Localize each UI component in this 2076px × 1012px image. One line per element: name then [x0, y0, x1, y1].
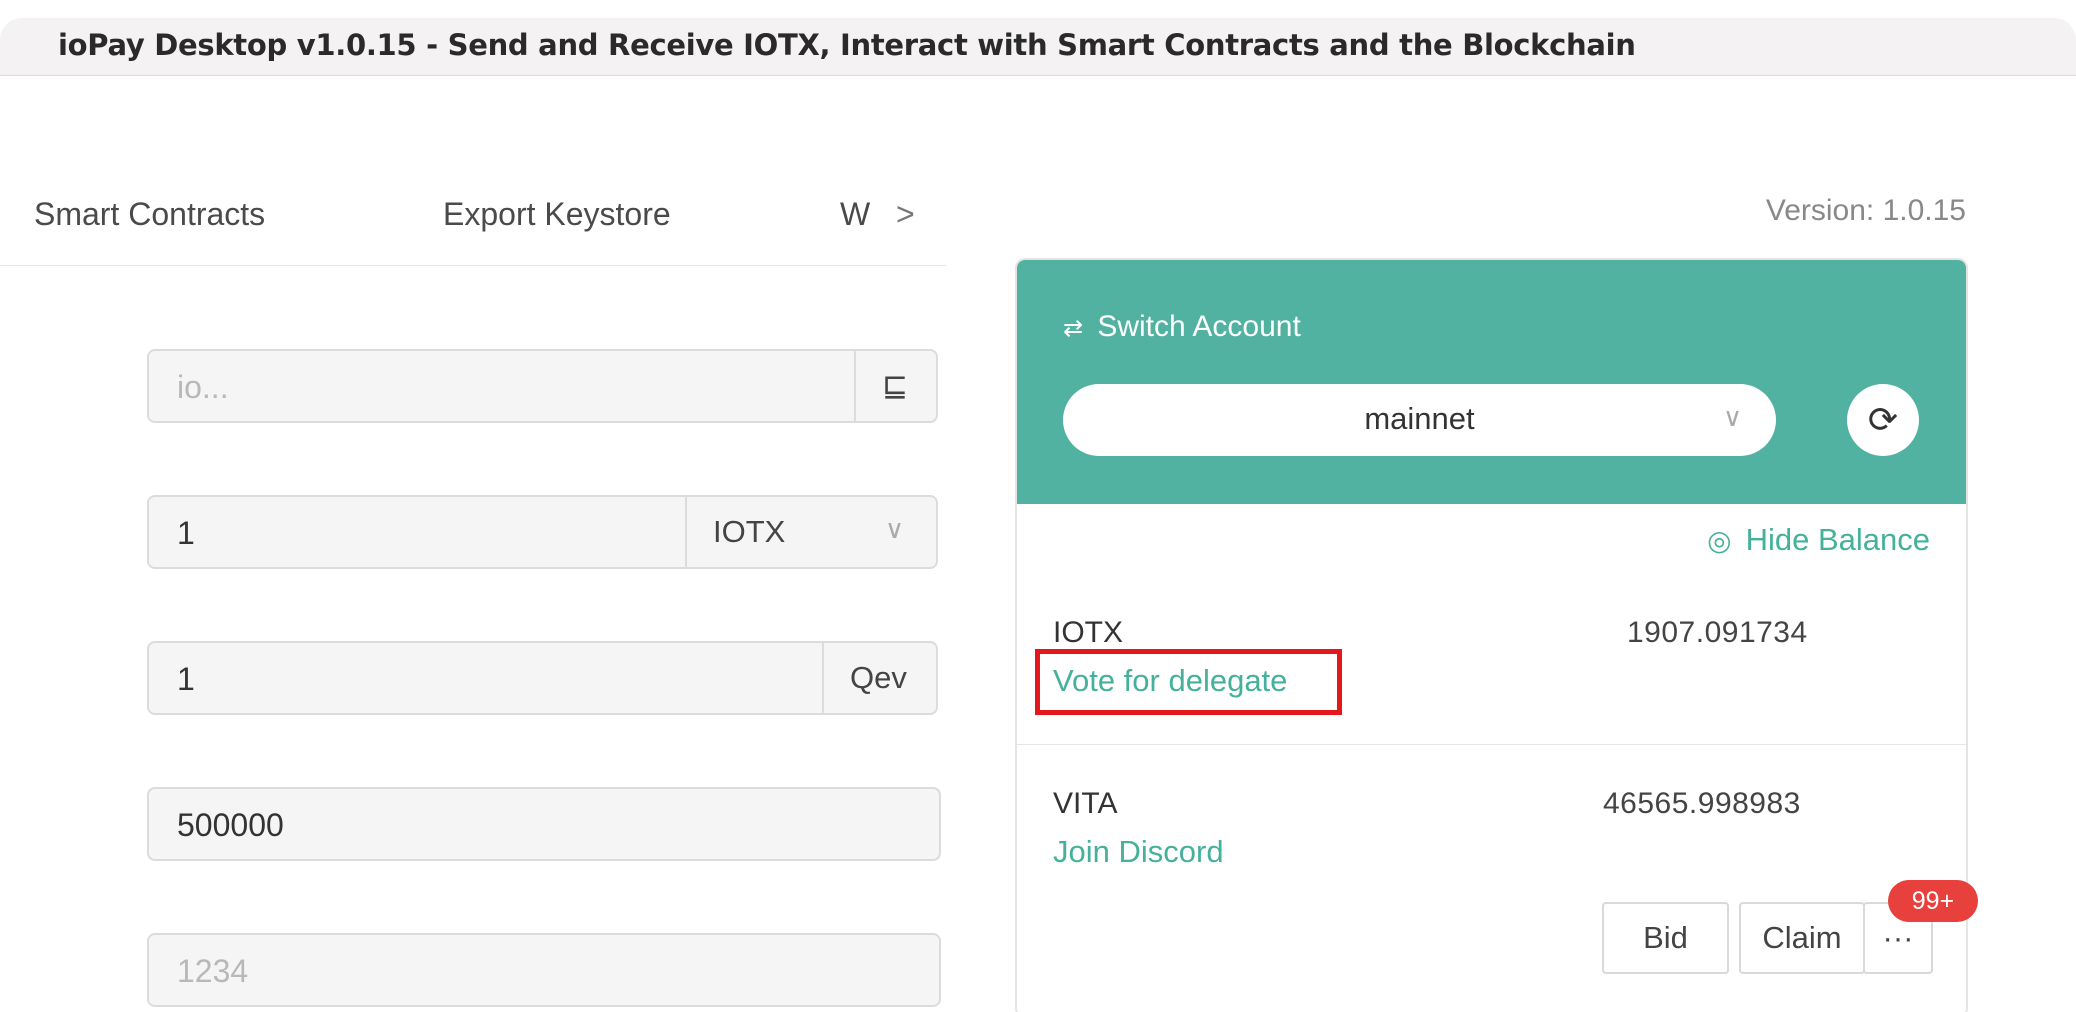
- network-select-value: mainnet: [1364, 401, 1475, 436]
- gas-limit-value: 500000: [177, 807, 284, 843]
- token-select-value: IOTX: [713, 514, 786, 549]
- tab-bar: Smart Contracts Export Keystore W >: [0, 180, 946, 266]
- hide-balance-label: Hide Balance: [1745, 522, 1930, 557]
- wallet-icon[interactable]: ⊑: [882, 368, 908, 404]
- chevron-down-icon: ∨: [885, 514, 905, 544]
- recipient-address-placeholder: io...: [177, 369, 229, 405]
- switch-account-label: Switch Account: [1097, 310, 1301, 343]
- tab-export-keystore[interactable]: Export Keystore: [443, 196, 671, 233]
- tab-w[interactable]: W: [840, 196, 870, 233]
- account-card: ⇄ Switch Account mainnet ∨ ⟳ ◎ Hide Balan…: [1015, 258, 1968, 1012]
- bid-button[interactable]: Bid: [1602, 902, 1729, 974]
- amount-field[interactable]: 1 IOTX ∨: [147, 495, 938, 569]
- tab-smart-contracts[interactable]: Smart Contracts: [34, 196, 265, 233]
- nonce-field[interactable]: 1234: [147, 933, 941, 1007]
- account-card-header: ⇄ Switch Account mainnet ∨ ⟳: [1017, 260, 1966, 504]
- token-name-iotx: IOTX: [1053, 616, 1124, 649]
- token-divider: [1017, 744, 1966, 745]
- gas-price-unit-label: Qev: [850, 660, 907, 695]
- window-title: ioPay Desktop v1.0.15 - Send and Receive…: [58, 28, 1636, 62]
- join-discord-link[interactable]: Join Discord: [1053, 834, 1224, 870]
- switch-icon: ⇄: [1063, 315, 1084, 342]
- gas-price-value: 1: [177, 661, 195, 697]
- token-select[interactable]: IOTX ∨: [685, 497, 938, 567]
- claim-button[interactable]: Claim: [1739, 902, 1865, 974]
- switch-account-button[interactable]: ⇄ Switch Account: [1063, 310, 1301, 344]
- amount-value: 1: [177, 515, 195, 551]
- chevron-down-icon: ∨: [1722, 402, 1742, 432]
- refresh-icon[interactable]: ⟳: [1847, 384, 1919, 456]
- highlight-box: [1035, 649, 1342, 715]
- token-name-vita: VITA: [1053, 787, 1118, 820]
- notification-badge: 99+: [1888, 880, 1978, 922]
- gas-price-unit: Qev: [822, 643, 938, 713]
- eye-icon: ◎: [1707, 525, 1732, 556]
- token-amount-iotx: 1907.091734: [1627, 616, 1808, 649]
- window-titlebar: ioPay Desktop v1.0.15 - Send and Receive…: [0, 18, 2076, 76]
- chevron-right-icon[interactable]: >: [896, 196, 915, 233]
- network-select[interactable]: mainnet ∨: [1063, 384, 1776, 456]
- nonce-placeholder: 1234: [177, 953, 249, 989]
- gas-price-field[interactable]: 1 Qev: [147, 641, 938, 715]
- version-label: Version: 1.0.15: [1765, 194, 1966, 227]
- wallet-addon[interactable]: ⊑: [854, 351, 938, 421]
- gas-limit-field[interactable]: 500000: [147, 787, 941, 861]
- hide-balance-button[interactable]: ◎ Hide Balance: [1707, 522, 1930, 558]
- token-amount-vita: 46565.998983: [1603, 787, 1801, 820]
- recipient-address-field[interactable]: io... ⊑: [147, 349, 938, 423]
